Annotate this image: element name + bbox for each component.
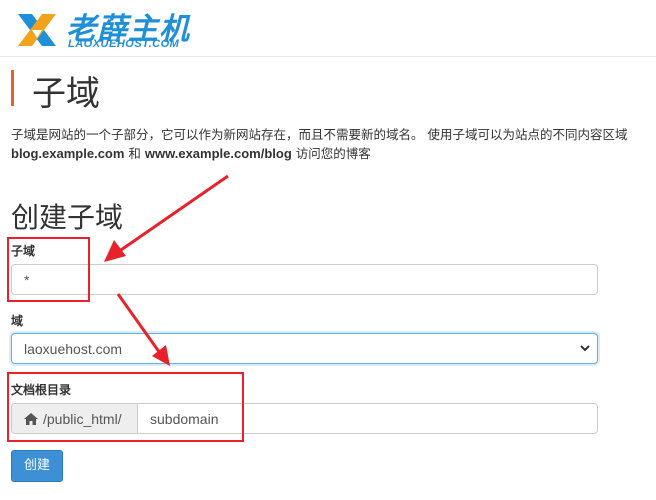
domain-select[interactable]: laoxuehost.com: [11, 333, 598, 364]
chevron-down-icon: [580, 345, 590, 352]
header: 老薛主机 LAOXUEHOST.COM: [0, 0, 656, 57]
description-tail: 访问您的博客: [291, 146, 371, 161]
title-accent-bar: [11, 70, 14, 106]
example-blog-path: www.example.com/blog: [144, 146, 292, 161]
subdomain-input[interactable]: *: [11, 264, 598, 295]
domain-selected-value: laoxuehost.com: [24, 341, 123, 357]
annotation-box-docroot: [7, 372, 244, 442]
example-blog-domain: blog.example.com: [11, 146, 125, 161]
page-title: 子域: [32, 74, 100, 114]
form-heading: 创建子域: [11, 201, 124, 234]
description-line2: blog.example.com 和 www.example.com/blog …: [11, 144, 656, 163]
description-line1: 子域是网站的一个子部分，它可以作为新网站存在，而且不需要新的域名。 使用子域可以…: [11, 127, 628, 142]
brand-domain: LAOXUEHOST.COM: [68, 38, 180, 50]
create-button[interactable]: 创建: [11, 450, 63, 482]
annotation-box-subdomain: [7, 237, 90, 302]
logo-x-icon: [18, 14, 56, 46]
domain-label: 域: [11, 314, 24, 328]
description-and: 和: [124, 146, 145, 161]
page-description: 子域是网站的一个子部分，它可以作为新网站存在，而且不需要新的域名。 使用子域可以…: [11, 125, 656, 163]
